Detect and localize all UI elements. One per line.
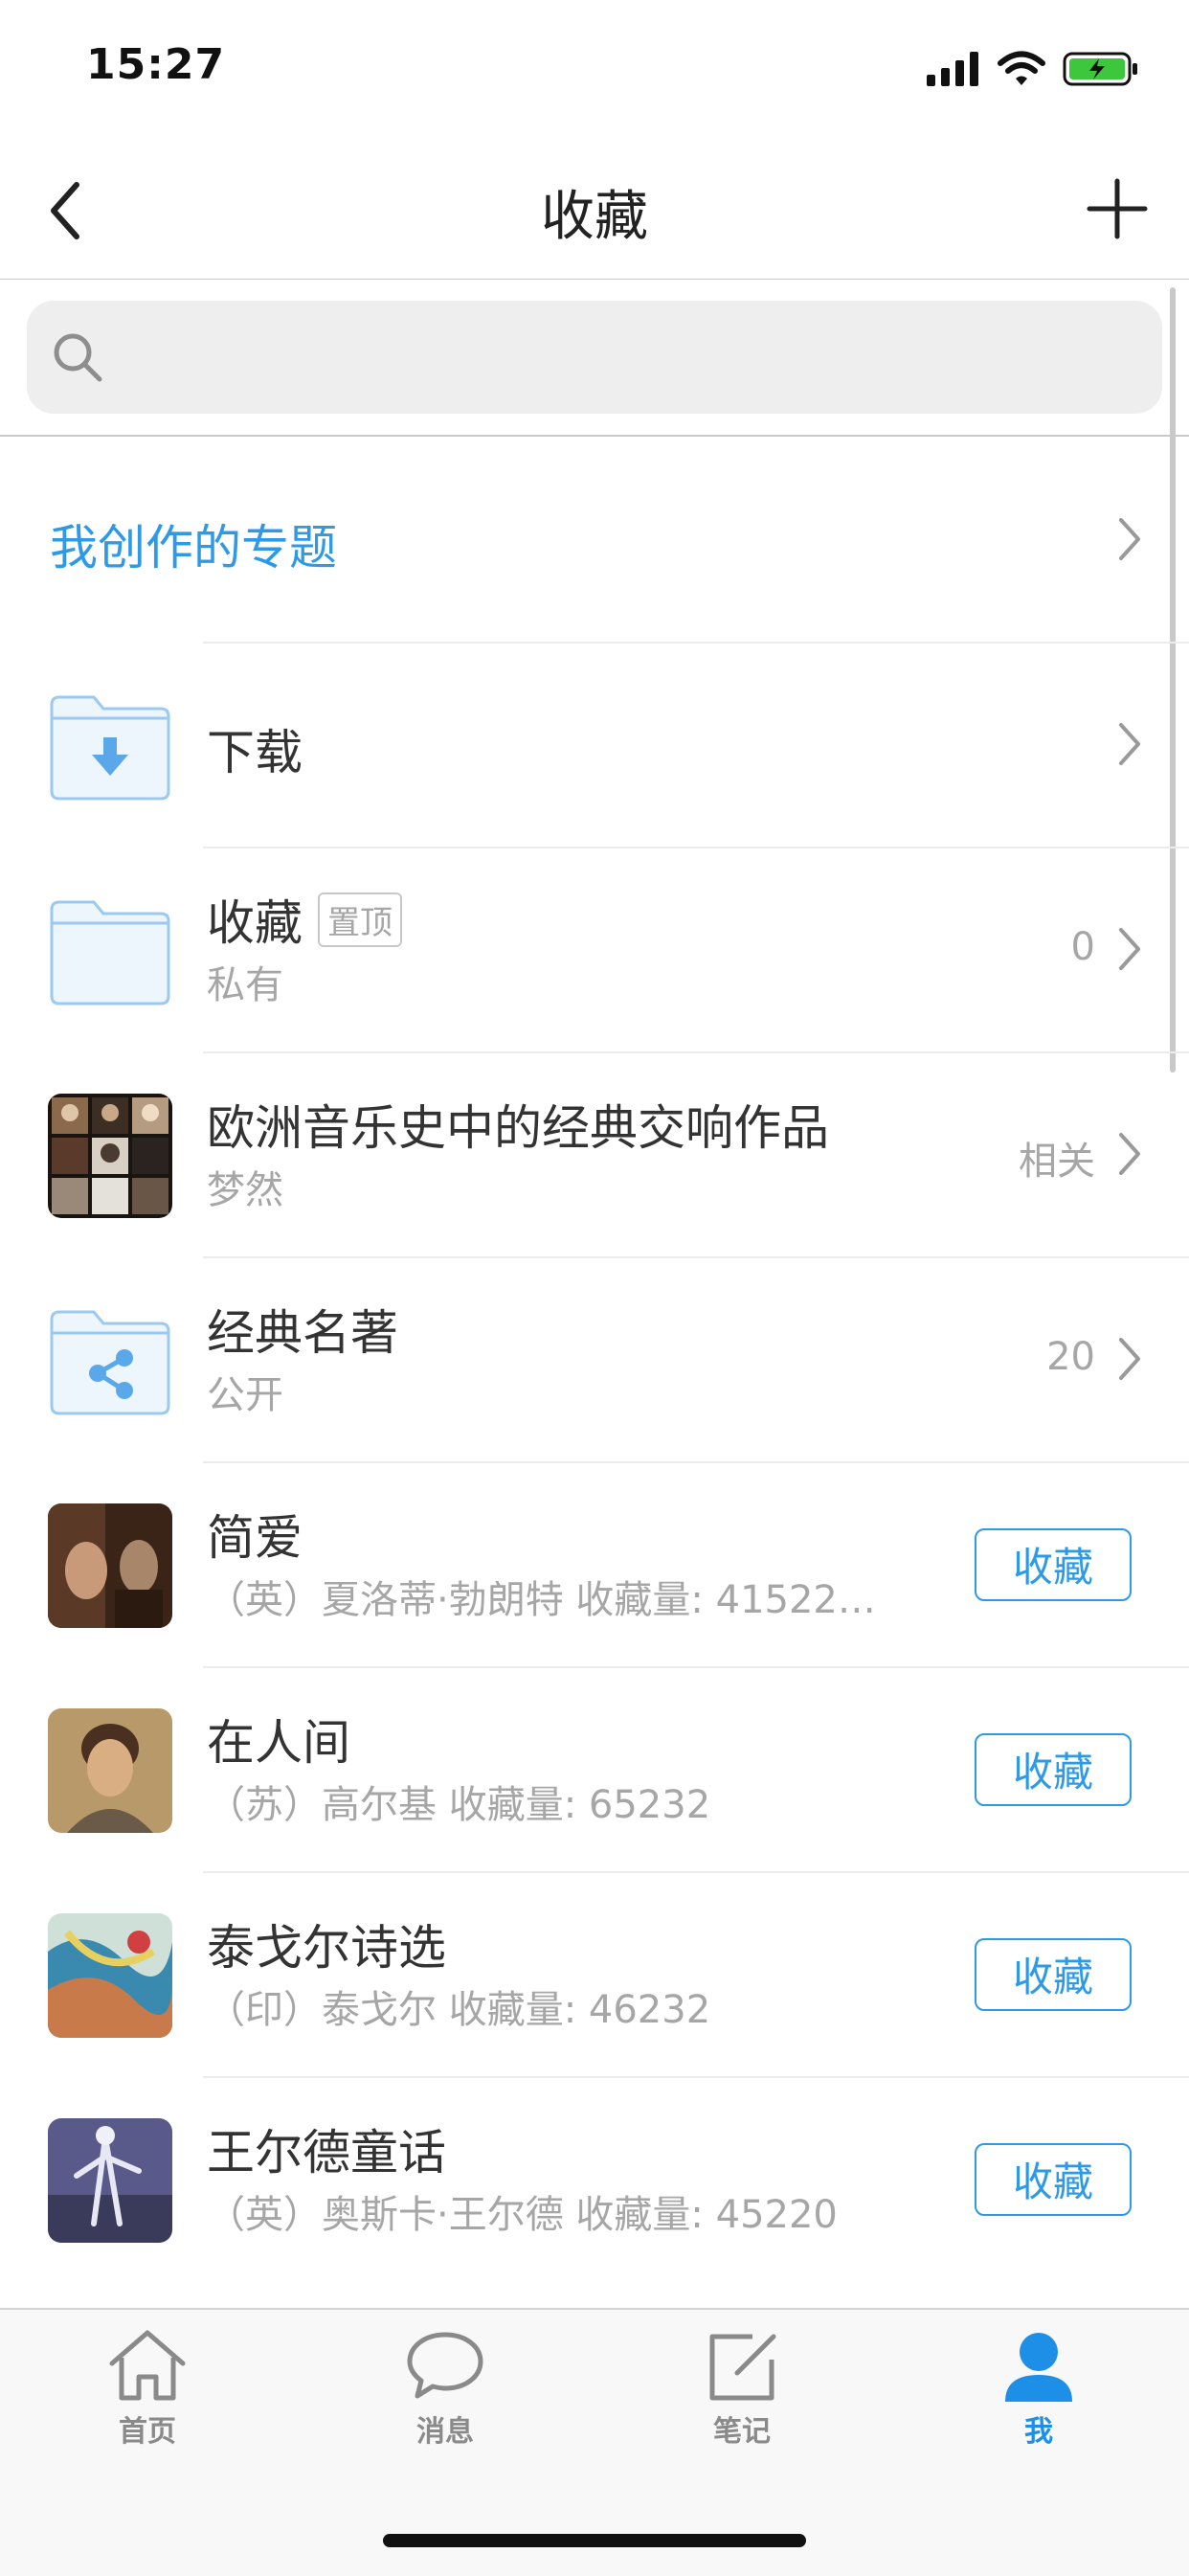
list-item[interactable]: 在人间 （苏）高尔基 收藏量: 65232 收藏: [0, 1666, 1189, 1871]
chevron-right-icon: [1119, 928, 1140, 970]
chevron-right-icon: [1119, 1133, 1140, 1175]
list-item[interactable]: 简爱 （英）夏洛蒂·勃朗特 收藏量: 41522… 收藏: [0, 1461, 1189, 1666]
collect-button[interactable]: 收藏: [975, 1733, 1132, 1806]
item-subtitle: （英）奥斯卡·王尔德 收藏量: 45220: [207, 2193, 838, 2237]
status-time: 15:27: [86, 40, 226, 89]
tab-messages[interactable]: 消息: [369, 2327, 522, 2471]
page-title: 收藏: [541, 186, 648, 248]
message-icon: [407, 2332, 483, 2399]
item-title: 欧洲音乐史中的经典交响作品: [207, 1100, 829, 1156]
item-subtitle: 梦然: [207, 1168, 283, 1212]
tab-notes[interactable]: 笔记: [665, 2327, 819, 2471]
item-title: 经典名著: [207, 1305, 398, 1361]
book-cover-image: [48, 1913, 172, 2038]
divider: [203, 642, 1189, 644]
item-title: 下载: [207, 725, 303, 780]
folder-icon: [50, 900, 170, 1006]
item-title: 王尔德童话: [207, 2125, 446, 2181]
list-item[interactable]: 欧洲音乐史中的经典交响作品 梦然 相关: [0, 1051, 1189, 1256]
chevron-right-icon: [1119, 518, 1140, 560]
my-topics-title: 我创作的专题: [50, 520, 337, 576]
divider: [203, 1051, 1189, 1053]
search-area: [0, 280, 1189, 437]
book-cover-image: [48, 1503, 172, 1628]
divider: [203, 1461, 1189, 1463]
user-icon: [1005, 2333, 1072, 2402]
status-icons: [927, 48, 1141, 90]
list-item[interactable]: 泰戈尔诗选 （印）泰戈尔 收藏量: 46232 收藏: [0, 1871, 1189, 2076]
list-item[interactable]: 经典名著 公开 20: [0, 1256, 1189, 1461]
list-item[interactable]: 收藏 置顶 私有 0: [0, 847, 1189, 1051]
item-count: 0: [1070, 925, 1095, 969]
tab-label: 笔记: [713, 2415, 771, 2449]
add-icon[interactable]: [1084, 175, 1151, 242]
tab-me[interactable]: 我: [962, 2327, 1115, 2471]
divider: [203, 1666, 1189, 1668]
status-bar: 15:27: [0, 0, 1189, 134]
item-subtitle: （苏）高尔基 收藏量: 65232: [207, 1783, 711, 1827]
tab-label: 首页: [119, 2415, 176, 2449]
item-title: 收藏 置顶: [207, 885, 402, 954]
signal-icon: [927, 52, 978, 86]
collect-button[interactable]: 收藏: [975, 2143, 1132, 2216]
item-tag: 相关: [1019, 1140, 1095, 1184]
item-subtitle: 私有: [207, 963, 283, 1007]
search-box[interactable]: [27, 301, 1162, 414]
search-icon: [54, 333, 102, 382]
chevron-right-icon: [1119, 723, 1140, 765]
divider: [203, 1871, 1189, 1873]
item-subtitle: （英）夏洛蒂·勃朗特 收藏量: 41522…: [207, 1578, 876, 1622]
wifi-icon: [998, 51, 1045, 85]
collect-button[interactable]: 收藏: [975, 1938, 1132, 2011]
battery-icon: [1063, 52, 1137, 86]
tab-home[interactable]: 首页: [71, 2327, 224, 2471]
item-subtitle: 公开: [207, 1373, 283, 1417]
tab-label: 我: [1024, 2415, 1053, 2449]
book-cover-image: [48, 1708, 172, 1833]
tab-label: 消息: [416, 2415, 474, 2449]
list-item[interactable]: 下载: [0, 642, 1189, 847]
chevron-right-icon: [1119, 1338, 1140, 1380]
divider: [203, 2076, 1189, 2078]
note-icon: [709, 2334, 776, 2401]
item-title: 简爱: [207, 1510, 303, 1566]
divider: [203, 847, 1189, 848]
share-folder-icon: [50, 1310, 170, 1415]
home-indicator: [383, 2534, 806, 2547]
item-title: 在人间: [207, 1715, 350, 1771]
collect-button[interactable]: 收藏: [975, 1528, 1132, 1601]
pinned-badge: 置顶: [318, 893, 402, 947]
item-title-text: 收藏: [207, 895, 303, 951]
my-topics-row[interactable]: 我创作的专题: [0, 437, 1189, 642]
list-item[interactable]: 王尔德童话 （英）奥斯卡·王尔德 收藏量: 45220 收藏: [0, 2076, 1189, 2281]
book-cover-image: [48, 2118, 172, 2243]
home-icon: [109, 2330, 186, 2401]
item-title: 泰戈尔诗选: [207, 1920, 446, 1976]
collage-thumbnail: [48, 1094, 172, 1218]
divider: [203, 1256, 1189, 1258]
item-subtitle: （印）泰戈尔 收藏量: 46232: [207, 1988, 711, 2032]
nav-bar: 收藏: [0, 139, 1189, 281]
search-input[interactable]: [123, 324, 1141, 393]
download-folder-icon: [50, 695, 170, 801]
item-count: 20: [1046, 1335, 1095, 1379]
